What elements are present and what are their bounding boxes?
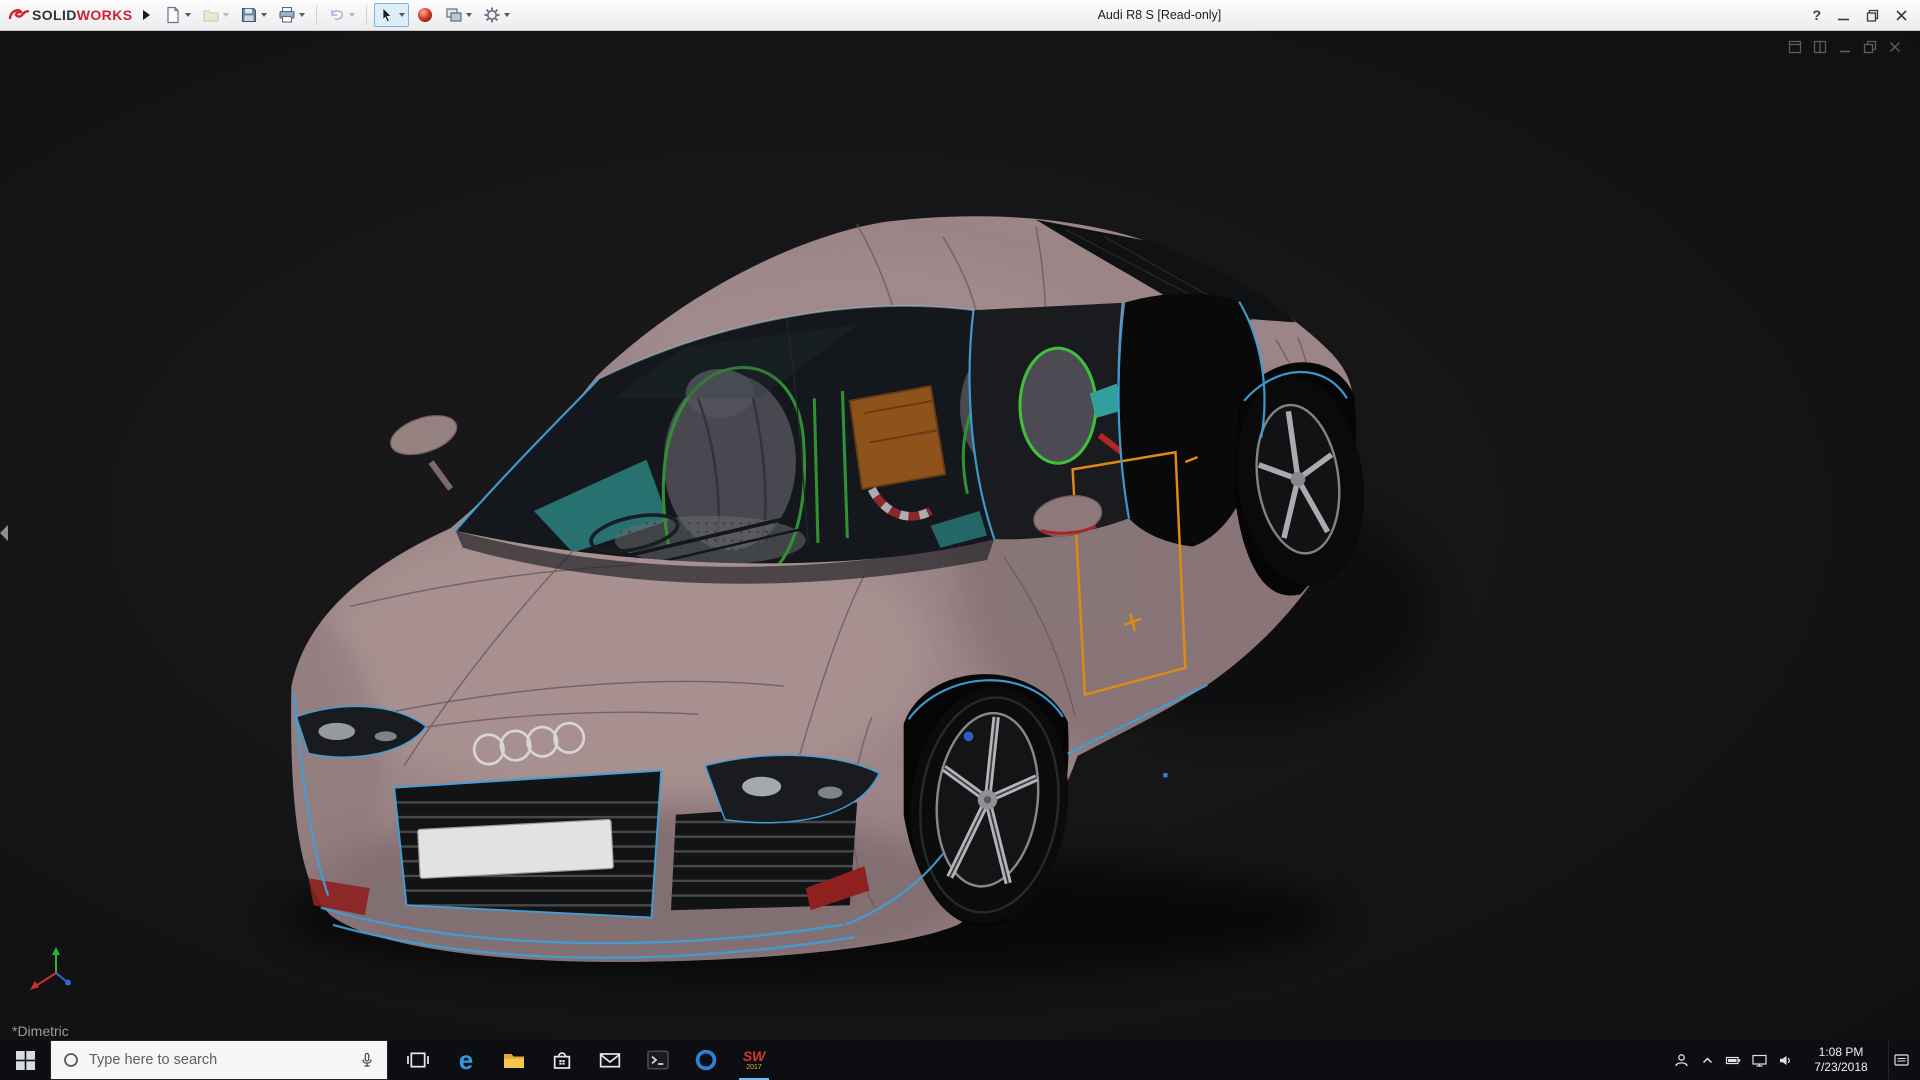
undo-icon (331, 10, 344, 21)
dropdown-chevron-icon (223, 13, 230, 17)
start-button[interactable] (0, 1040, 50, 1080)
people-icon[interactable] (1673, 1052, 1690, 1069)
options-button[interactable] (479, 3, 514, 27)
panel-collapse-arrow[interactable] (0, 525, 8, 542)
task-view-icon (407, 1052, 429, 1068)
menu-flyout-button[interactable] (138, 5, 154, 25)
car-model-render (0, 31, 1920, 1040)
console-icon (647, 1050, 669, 1070)
brand-name: SOLIDWORKS (32, 7, 133, 23)
microphone-icon[interactable] (359, 1052, 375, 1068)
undo-button[interactable] (324, 3, 359, 27)
orientation-triad[interactable] (22, 943, 80, 1006)
media-app-button[interactable] (682, 1040, 730, 1080)
dropdown-chevron-icon (261, 13, 268, 17)
license-plate (417, 818, 614, 879)
graphics-viewport[interactable]: *Dimetric (0, 31, 1920, 1040)
standard-toolbar (160, 3, 514, 27)
mail-button[interactable] (586, 1040, 634, 1080)
print-button[interactable] (274, 3, 309, 27)
appearance-button[interactable] (412, 3, 438, 27)
tray-expand-chevron-icon[interactable] (1699, 1052, 1716, 1069)
new-document-button[interactable] (160, 3, 195, 27)
system-tray: 1:08 PM 7/23/2018 (1673, 1040, 1920, 1080)
solidworks-app-button[interactable]: SW 2017 (730, 1040, 778, 1080)
store-button[interactable] (538, 1040, 586, 1080)
cortana-icon (64, 1053, 78, 1067)
doc-split-button[interactable] (1813, 40, 1827, 54)
display-style-icon (446, 8, 463, 22)
battery-icon[interactable] (1725, 1052, 1742, 1069)
taskbar-search[interactable] (50, 1040, 388, 1080)
doc-minimize-button[interactable] (1838, 40, 1852, 54)
save-button[interactable] (236, 3, 271, 27)
open-folder-icon (203, 10, 220, 22)
notification-icon (1894, 1053, 1909, 1066)
select-cursor-icon (383, 7, 393, 23)
minimize-button[interactable] (1837, 9, 1850, 22)
mail-envelope-icon (599, 1053, 621, 1068)
dropdown-chevron-icon (299, 13, 306, 17)
console-button[interactable] (634, 1040, 682, 1080)
toolbar-separator (366, 5, 368, 25)
dropdown-chevron-icon (399, 13, 406, 17)
gear-icon (484, 7, 500, 23)
toolbar-separator (316, 5, 318, 25)
blue-ring-icon (695, 1049, 717, 1071)
titlebar: SOLIDWORKS Audi R8 S [Read-only] ? (0, 0, 1920, 31)
new-document-icon (167, 6, 180, 24)
appearance-sphere-icon (418, 8, 433, 22)
doc-new-window-button[interactable] (1788, 40, 1802, 54)
view-orientation-label: *Dimetric (12, 1023, 69, 1039)
solidworks-logo: SOLIDWORKS (0, 6, 138, 24)
open-button[interactable] (198, 3, 233, 27)
search-input[interactable] (89, 1052, 347, 1068)
dropdown-chevron-icon (504, 13, 511, 17)
folder-icon (504, 1054, 524, 1068)
taskbar-apps: e SW 2017 (394, 1040, 778, 1080)
speaker-icon[interactable] (1777, 1052, 1794, 1069)
taskbar: e (0, 1040, 1920, 1080)
clock-date: 7/23/2018 (1814, 1060, 1868, 1074)
display-style-button[interactable] (441, 3, 476, 27)
edge-icon: e (458, 1045, 474, 1075)
taskbar-clock[interactable]: 1:08 PM 7/23/2018 (1803, 1045, 1879, 1075)
stray-vertex-point (1163, 773, 1168, 778)
document-window-controls (1788, 40, 1902, 54)
dropdown-chevron-icon (185, 13, 192, 17)
display-icon[interactable] (1751, 1052, 1768, 1069)
save-icon (242, 7, 257, 23)
ds-logo-icon (8, 9, 30, 20)
select-tool-button[interactable] (374, 3, 410, 27)
window-controls: ? (1804, 7, 1920, 23)
window-title: Audi R8 S [Read-only] (1097, 8, 1222, 22)
store-bag-icon (553, 1052, 571, 1069)
clock-time: 1:08 PM (1818, 1045, 1864, 1059)
task-view-button[interactable] (394, 1040, 442, 1080)
file-explorer-button[interactable] (490, 1040, 538, 1080)
maximize-button[interactable] (1866, 9, 1879, 22)
flyout-arrow-icon (142, 10, 150, 20)
doc-restore-button[interactable] (1863, 40, 1877, 54)
doc-close-button[interactable] (1888, 40, 1902, 54)
windows-logo-icon (15, 1050, 35, 1070)
solidworks-app-icon: SW 2017 (742, 1048, 766, 1071)
dropdown-chevron-icon (349, 13, 356, 17)
dropdown-chevron-icon (466, 13, 473, 17)
print-icon (279, 6, 296, 23)
close-button[interactable] (1895, 9, 1908, 22)
action-center-button[interactable] (1888, 1040, 1918, 1080)
help-button[interactable]: ? (1812, 7, 1821, 23)
edge-button[interactable]: e (442, 1040, 490, 1080)
